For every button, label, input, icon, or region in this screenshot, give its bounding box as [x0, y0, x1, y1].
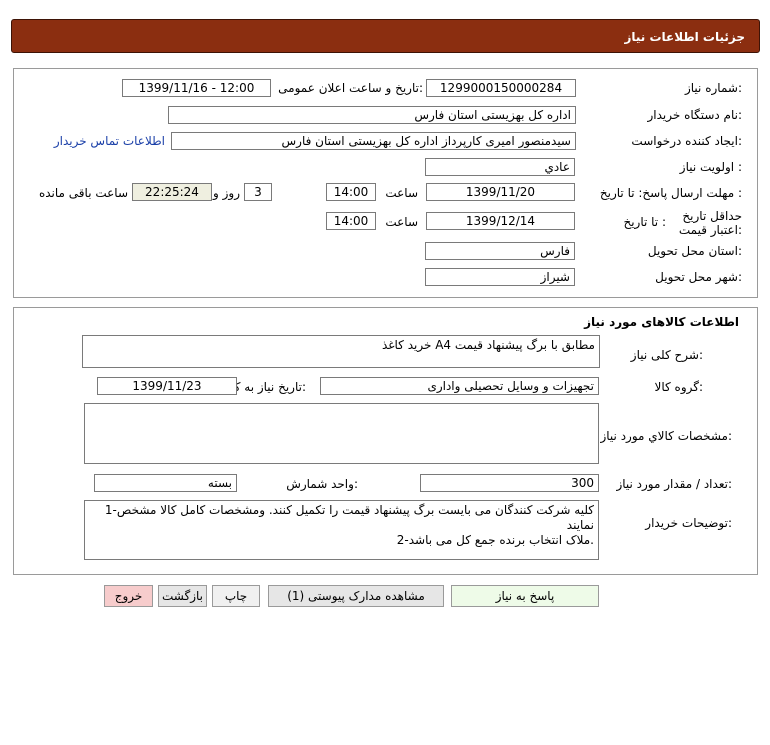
specs-label: مشخصات کالاي مورد نیاز:	[600, 429, 732, 443]
goods-section-title: اطلاعات کالاهای مورد نیاز	[584, 315, 739, 329]
priority-field: عادي	[425, 158, 575, 176]
quantity-label: تعداد / مقدار مورد نیاز:	[616, 477, 732, 491]
print-button[interactable]: چاپ	[212, 585, 260, 607]
province-field: فارس	[425, 242, 575, 260]
creator-label: ایجاد کننده درخواست:	[631, 134, 742, 148]
city-field: شیراز	[425, 268, 575, 286]
exit-button[interactable]: خروج	[104, 585, 153, 607]
validity-to-label: تا تاریخ :	[623, 215, 666, 229]
city-label: شهر محل تحویل:	[655, 270, 742, 284]
validity-date-field: 1399/12/14	[426, 212, 575, 230]
unit-label: واحد شمارش:	[286, 477, 358, 491]
buyer-notes-line-2: 2-ملاک انتخاب برنده جمع کل می باشد.	[396, 533, 594, 547]
buyer-org-field: اداره کل بهزیستی استان فارس	[168, 106, 576, 124]
creator-field: سیدمنصور امیری کارپرداز اداره کل بهزیستی…	[171, 132, 576, 150]
days-label: روز و	[213, 186, 240, 200]
buyer-notes-line-1: 1-کلیه شرکت کنندگان می بایست برگ پیشنهاد…	[104, 503, 594, 532]
price-validity-label: حداقل تاریخ اعتبار قیمت:	[678, 209, 742, 237]
need-number-field: 1299000150000284	[426, 79, 576, 97]
unit-field: بسته	[94, 474, 237, 492]
deadline-time-field: 14:00	[326, 183, 376, 201]
deadline-time-label: ساعت	[385, 186, 418, 200]
page-title: جزئیات اطلاعات نیاز	[11, 19, 760, 53]
quantity-field: 300	[420, 474, 599, 492]
description-field: خرید کاغذ A4 مطابق با برگ پیشنهاد قیمت	[82, 335, 600, 368]
reply-button[interactable]: پاسخ به نیاز	[451, 585, 599, 607]
view-attachments-button[interactable]: مشاهده مدارک پیوستی (1)	[268, 585, 444, 607]
announce-label: تاریخ و ساعت اعلان عمومی:	[278, 81, 423, 95]
buyer-notes-label: توضیحات خریدار:	[645, 516, 732, 530]
goods-group-label: گروه کالا:	[654, 380, 704, 394]
description-label: شرح کلی نیاز:	[630, 348, 703, 362]
validity-time-field: 14:00	[326, 212, 376, 230]
deadline-label: مهلت ارسال پاسخ: تا تاریخ :	[599, 186, 742, 200]
goods-group-field: تجهیزات و وسایل تحصیلی واداری	[320, 377, 599, 395]
validity-time-label: ساعت	[385, 215, 418, 229]
buyer-contact-link[interactable]: اطلاعات تماس خریدار	[54, 134, 165, 148]
deadline-date-field: 1399/11/20	[426, 183, 575, 201]
need-date-field: 1399/11/23	[97, 377, 237, 395]
announce-field: 1399/11/16 - 12:00	[122, 79, 271, 97]
buyer-org-label: نام دستگاه خریدار:	[647, 108, 743, 122]
time-remaining-field: 22:25:24	[132, 183, 212, 201]
specs-field	[84, 403, 599, 464]
priority-label: اولویت نیاز :	[679, 160, 742, 174]
need-info-panel	[13, 68, 758, 298]
need-number-label: شماره نیاز:	[684, 81, 742, 95]
back-button[interactable]: بازگشت	[158, 585, 207, 607]
province-label: استان محل تحویل:	[647, 244, 742, 258]
days-remaining-field: 3	[244, 183, 272, 201]
time-remaining-label: ساعت باقی مانده	[38, 186, 128, 200]
buyer-notes-field: 1-کلیه شرکت کنندگان می بایست برگ پیشنهاد…	[84, 500, 599, 560]
